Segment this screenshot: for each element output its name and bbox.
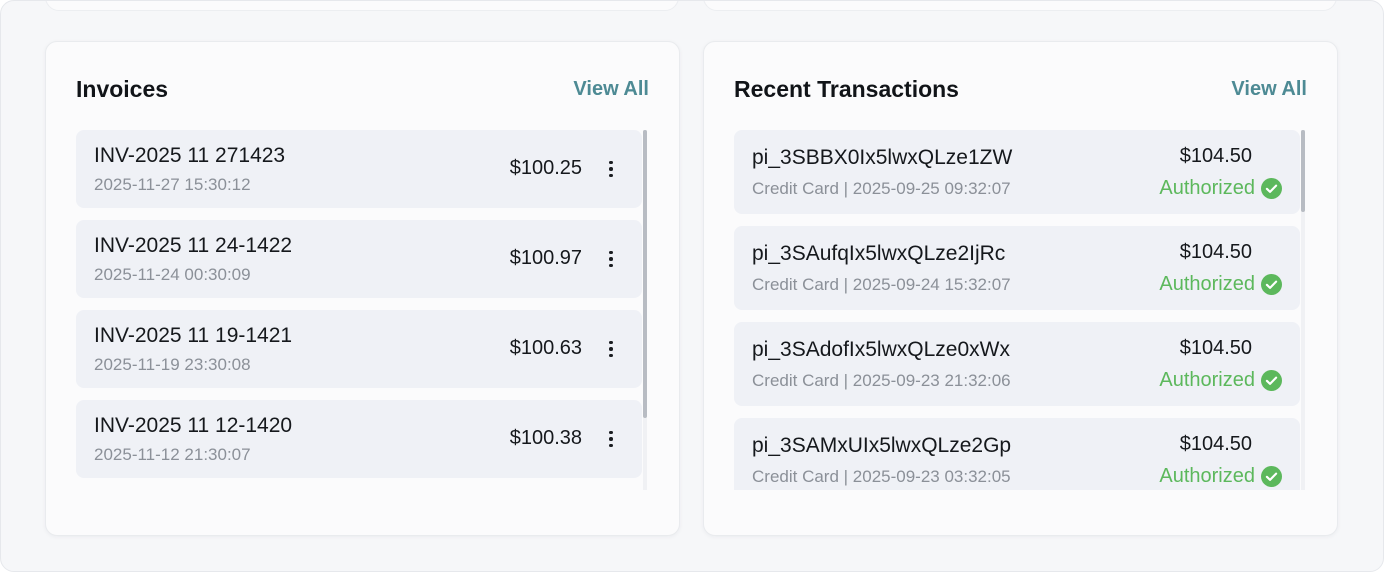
- transaction-amount: $104.50: [1179, 145, 1252, 167]
- status-label: Authorized: [1159, 369, 1255, 391]
- transactions-view-all-link[interactable]: View All: [1231, 78, 1307, 101]
- transaction-row[interactable]: pi_3SAMxUIx5lwxQLze2Gp Credit Card | 202…: [734, 418, 1300, 490]
- upper-card-edge: [45, 1, 679, 11]
- status-badge: Authorized: [1159, 177, 1282, 200]
- invoice-row[interactable]: INV-2025 11 19-1421 2025-11-19 23:30:08 …: [76, 310, 642, 388]
- transaction-id: pi_3SAMxUIx5lwxQLze2Gp: [752, 434, 1012, 457]
- invoices-scroll-thumb[interactable]: [643, 130, 647, 418]
- transactions-scroll-thumb[interactable]: [1301, 130, 1305, 212]
- dashboard-panel: Invoices View All INV-2025 11 271423 202…: [0, 0, 1384, 572]
- transaction-meta: Credit Card | 2025-09-25 09:32:07: [752, 179, 1011, 198]
- transactions-list[interactable]: pi_3SBBX0Ix5lwxQLze1ZW Credit Card | 202…: [734, 130, 1300, 490]
- status-badge: Authorized: [1159, 273, 1282, 296]
- invoice-row[interactable]: INV-2025 11 12-1420 2025-11-12 21:30:07 …: [76, 400, 642, 478]
- invoice-amount: $100.25: [509, 157, 582, 179]
- invoice-row[interactable]: INV-2025 11 271423 2025-11-27 15:30:12 $…: [76, 130, 642, 208]
- invoice-amount: $100.97: [509, 247, 582, 269]
- check-circle-icon: [1261, 178, 1282, 199]
- transaction-meta: Credit Card | 2025-09-24 15:32:07: [752, 275, 1011, 294]
- status-badge: Authorized: [1159, 465, 1282, 488]
- status-label: Authorized: [1159, 177, 1255, 199]
- status-label: Authorized: [1159, 273, 1255, 295]
- transaction-row[interactable]: pi_3SAufqIx5lwxQLze2IjRc Credit Card | 2…: [734, 226, 1300, 310]
- check-circle-icon: [1261, 274, 1282, 295]
- invoices-scrollbar[interactable]: [643, 130, 647, 490]
- invoice-amount: $100.38: [509, 427, 582, 449]
- transaction-amount: $104.50: [1179, 241, 1252, 263]
- kebab-menu-icon[interactable]: [606, 248, 616, 270]
- transactions-header: Recent Transactions View All: [734, 74, 1307, 104]
- invoices-title: Invoices: [76, 75, 169, 102]
- transaction-row[interactable]: pi_3SAdofIx5lwxQLze0xWx Credit Card | 20…: [734, 322, 1300, 406]
- invoices-card: Invoices View All INV-2025 11 271423 202…: [45, 41, 680, 536]
- invoices-list[interactable]: INV-2025 11 271423 2025-11-27 15:30:12 $…: [76, 130, 642, 490]
- invoice-date: 2025-11-24 00:30:09: [94, 265, 251, 284]
- transaction-amount: $104.50: [1179, 433, 1252, 455]
- transactions-title: Recent Transactions: [734, 75, 959, 102]
- invoice-amount: $100.63: [509, 337, 582, 359]
- kebab-menu-icon[interactable]: [606, 428, 616, 450]
- invoice-number: INV-2025 11 24-1422: [94, 234, 293, 257]
- invoice-number: INV-2025 11 19-1421: [94, 324, 293, 347]
- invoice-number: INV-2025 11 271423: [94, 144, 286, 167]
- status-badge: Authorized: [1159, 369, 1282, 392]
- transaction-id: pi_3SBBX0Ix5lwxQLze1ZW: [752, 146, 1013, 169]
- kebab-menu-icon[interactable]: [606, 158, 616, 180]
- invoices-view-all-link[interactable]: View All: [573, 78, 649, 101]
- transaction-row[interactable]: pi_3SBBX0Ix5lwxQLze1ZW Credit Card | 202…: [734, 130, 1300, 214]
- upper-card-edge: [703, 1, 1337, 11]
- transaction-amount: $104.50: [1179, 337, 1252, 359]
- check-circle-icon: [1261, 370, 1282, 391]
- transactions-card: Recent Transactions View All pi_3SBBX0Ix…: [703, 41, 1338, 536]
- status-label: Authorized: [1159, 465, 1255, 487]
- invoice-date: 2025-11-27 15:30:12: [94, 175, 251, 194]
- transaction-meta: Credit Card | 2025-09-23 21:32:06: [752, 371, 1011, 390]
- invoice-date: 2025-11-12 21:30:07: [94, 445, 251, 464]
- invoice-date: 2025-11-19 23:30:08: [94, 355, 251, 374]
- check-circle-icon: [1261, 466, 1282, 487]
- transaction-id: pi_3SAufqIx5lwxQLze2IjRc: [752, 242, 1006, 265]
- transactions-scrollbar[interactable]: [1301, 130, 1305, 490]
- invoice-number: INV-2025 11 12-1420: [94, 414, 293, 437]
- invoices-header: Invoices View All: [76, 74, 649, 104]
- transaction-meta: Credit Card | 2025-09-23 03:32:05: [752, 467, 1011, 486]
- kebab-menu-icon[interactable]: [606, 338, 616, 360]
- transaction-id: pi_3SAdofIx5lwxQLze0xWx: [752, 338, 1010, 361]
- invoice-row[interactable]: INV-2025 11 24-1422 2025-11-24 00:30:09 …: [76, 220, 642, 298]
